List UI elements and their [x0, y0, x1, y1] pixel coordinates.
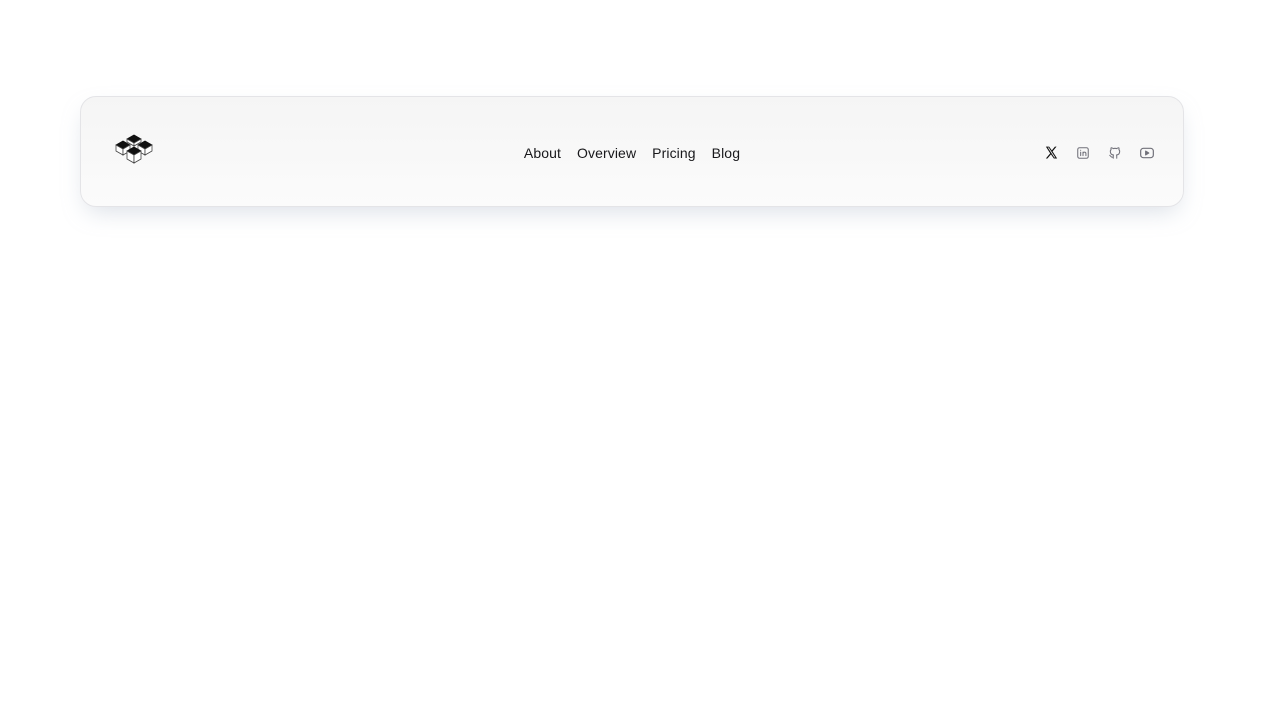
nav-link-pricing[interactable]: Pricing: [652, 143, 696, 163]
youtube-link[interactable]: [1135, 141, 1159, 165]
linkedin-icon: [1077, 146, 1089, 159]
youtube-icon: [1140, 147, 1154, 158]
social-links: [1039, 97, 1159, 208]
nav-link-about[interactable]: About: [524, 143, 561, 163]
logo-cubes-icon: [115, 134, 153, 164]
github-link[interactable]: [1103, 141, 1127, 165]
navbar: About Overview Pricing Blog: [80, 96, 1184, 207]
logo-home-link[interactable]: [113, 134, 155, 164]
primary-nav: About Overview Pricing Blog: [524, 97, 740, 208]
x-twitter-link[interactable]: [1039, 141, 1063, 165]
nav-link-overview[interactable]: Overview: [577, 143, 636, 163]
linkedin-link[interactable]: [1071, 141, 1095, 165]
nav-link-blog[interactable]: Blog: [712, 143, 740, 163]
x-twitter-icon: [1045, 146, 1057, 159]
github-icon: [1109, 146, 1121, 159]
